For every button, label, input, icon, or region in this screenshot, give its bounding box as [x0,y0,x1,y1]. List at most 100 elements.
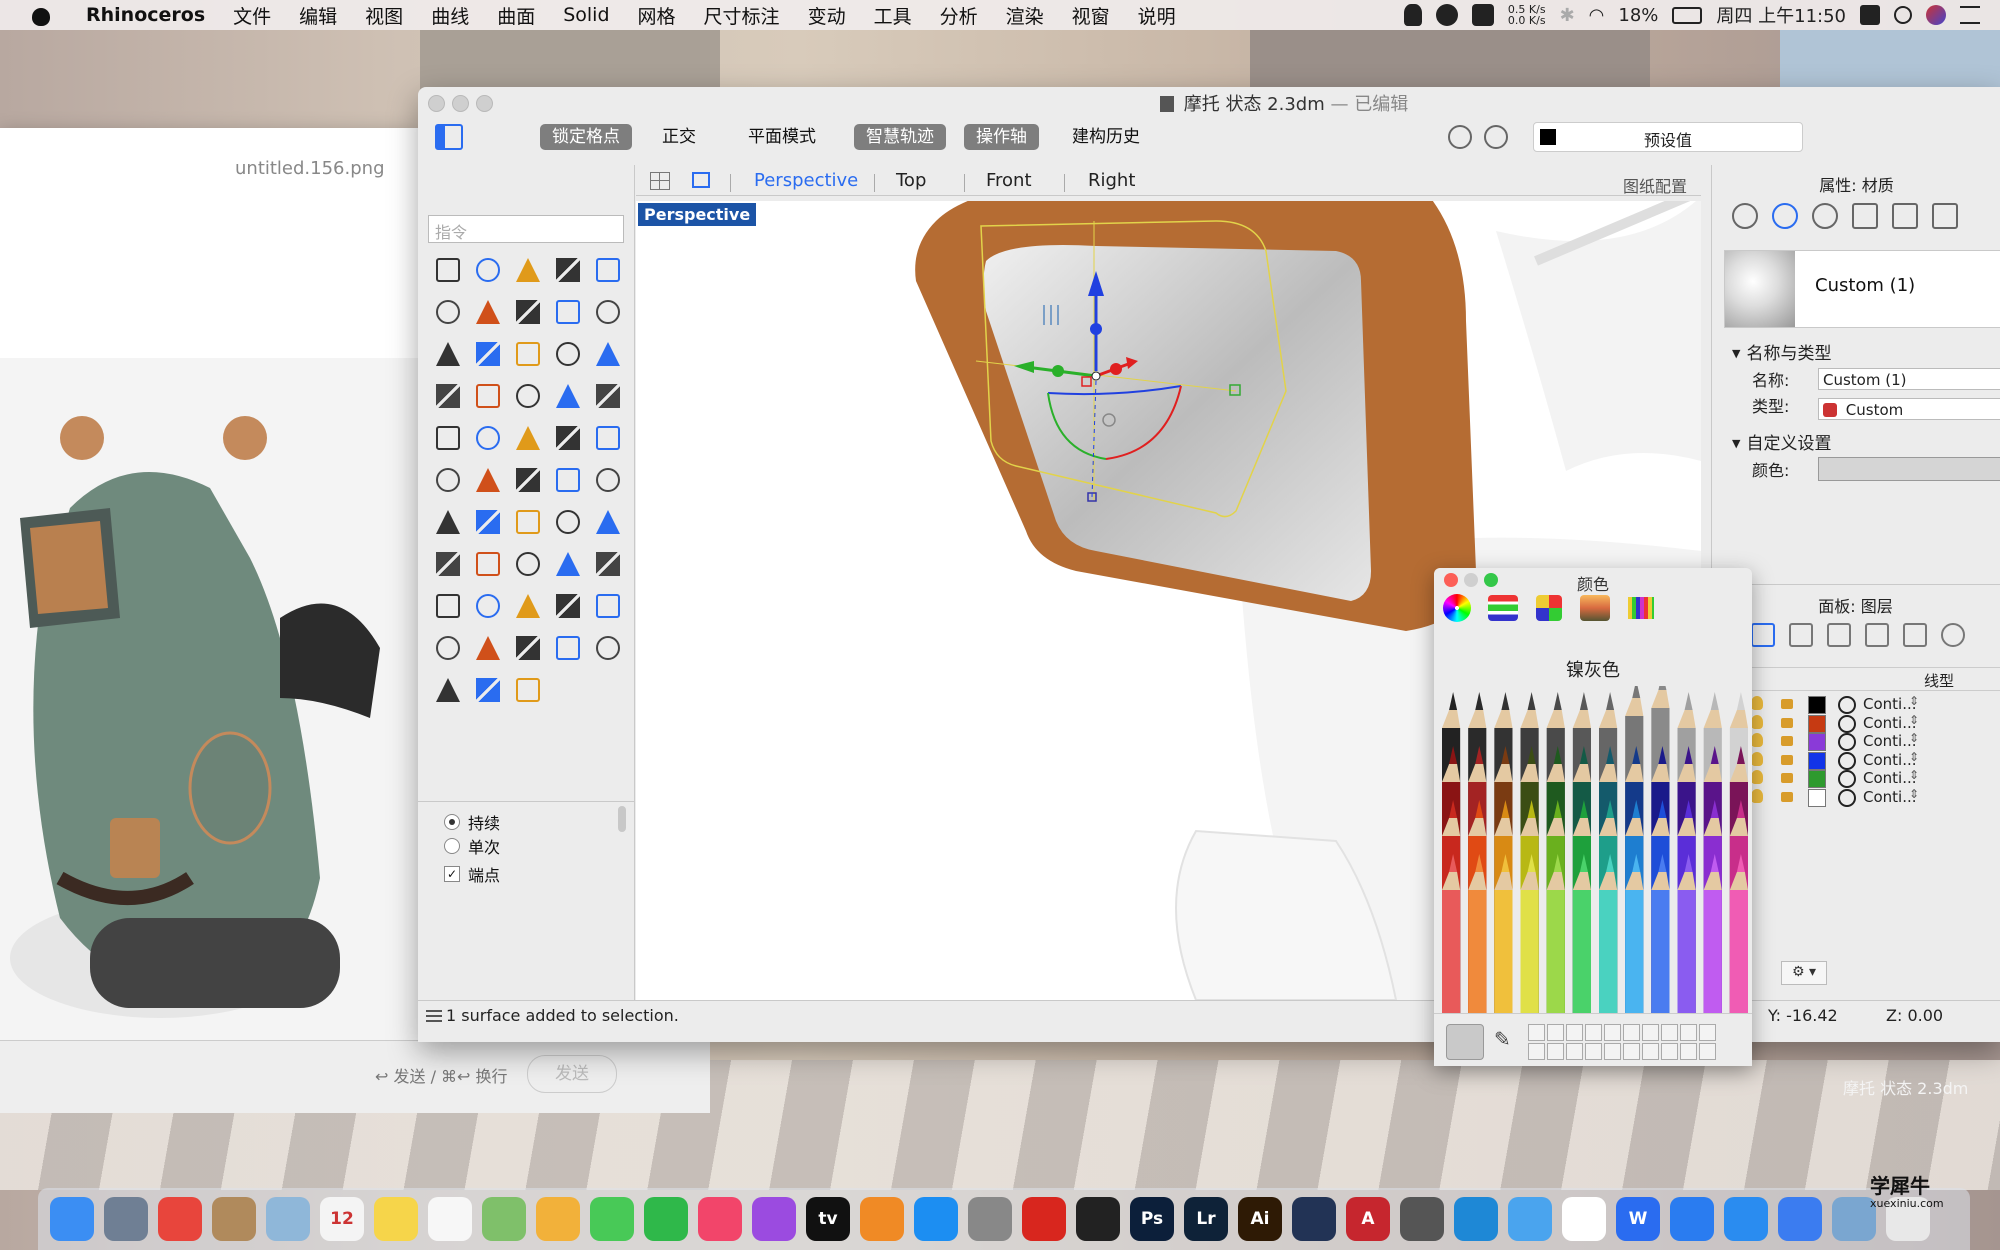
keyshot-icon[interactable] [1454,1197,1498,1241]
column-linetype[interactable]: 线型 [1924,670,1954,691]
custom-color-slot[interactable] [1528,1024,1545,1041]
lightbulb-icon[interactable] [588,586,628,628]
section-name-and-type[interactable]: 名称与类型 [1732,339,1831,364]
layer-visible-bulb-icon[interactable] [1751,733,1763,747]
split-icon[interactable] [588,376,628,418]
menu-surface[interactable]: 曲面 [483,2,549,29]
curve-icon[interactable] [548,250,588,292]
layer-visible-bulb-icon[interactable] [1751,751,1763,766]
custom-color-slot[interactable] [1661,1043,1678,1060]
facetime-icon[interactable] [644,1197,688,1241]
contacts-icon[interactable] [212,1197,256,1241]
autocad-icon[interactable]: A [1346,1197,1390,1241]
menu-help[interactable]: 说明 [1124,2,1190,29]
explode-icon[interactable] [508,376,548,418]
menu-app-name[interactable]: Rhinoceros [72,4,219,26]
persist-radio[interactable] [444,814,460,830]
mesh-props-icon[interactable] [1932,203,1958,229]
custom-color-slot[interactable] [1680,1024,1697,1041]
osnap-target-icon[interactable] [1448,125,1472,149]
color-wheel-mode-icon[interactable] [1443,594,1471,622]
layer-visible-bulb-icon[interactable] [1751,714,1763,729]
scale-icon[interactable] [508,460,548,502]
material-card[interactable]: Custom (1) [1724,250,2000,328]
display-tab-icon[interactable] [1903,623,1927,647]
layout-config-button[interactable]: 图纸配置 [1623,173,1687,197]
launchpad-icon[interactable] [104,1197,148,1241]
points-on-icon[interactable] [468,418,508,460]
menu-curve[interactable]: 曲线 [417,2,483,29]
custom-color-slot[interactable] [1585,1043,1602,1060]
eyedropper-icon[interactable]: ✎ [1494,1027,1511,1051]
linetype-stepper-icon[interactable]: ⇕ [1909,787,1919,801]
custom-color-slot[interactable] [1585,1024,1602,1041]
point-icon[interactable] [468,250,508,292]
options-scrollbar[interactable] [618,806,626,832]
feishu-icon[interactable] [1778,1197,1822,1241]
tab-perspective[interactable]: Perspective [754,170,858,191]
layer-visible-bulb-icon[interactable] [1751,788,1763,803]
shield-status-icon[interactable] [1471,4,1494,26]
section-custom-settings[interactable]: 自定义设置 [1732,429,1831,454]
material-color-well[interactable] [1818,457,2000,481]
music-icon[interactable] [698,1197,742,1241]
object-preset-selector[interactable]: 预设值 [1533,122,1803,152]
lock-grid-toggle[interactable]: 锁定格点 [540,124,632,150]
spotlight-search-icon[interactable] [1894,6,1912,24]
loft-icon[interactable] [468,334,508,376]
dimension-icon[interactable] [588,460,628,502]
baidu-netdisk-icon[interactable] [1562,1197,1606,1241]
lock-icon[interactable] [428,628,468,670]
material-type-select[interactable]: Custom [1818,398,2000,420]
trim-icon[interactable] [548,376,588,418]
linetype-stepper-icon[interactable]: ⇕ [1909,731,1919,745]
notification-bell-icon[interactable] [1403,4,1422,26]
sphere-icon[interactable] [548,334,588,376]
zoom-window-icon[interactable] [508,544,548,586]
array-icon[interactable] [468,460,508,502]
extrude-icon[interactable] [548,460,588,502]
photoshop-icon[interactable]: Ps [1130,1197,1174,1241]
layer-state-icon[interactable] [428,544,468,586]
notes-icon[interactable] [374,1197,418,1241]
custom-color-slot[interactable] [1604,1024,1621,1041]
books-icon[interactable] [860,1197,904,1241]
rhino-icon[interactable] [1400,1197,1444,1241]
ortho-toggle[interactable]: 正交 [650,124,708,150]
custom-color-slot[interactable] [1642,1024,1659,1041]
battery-icon[interactable] [1672,6,1703,24]
clock[interactable]: 周四 上午11:50 [1716,2,1846,28]
gumball-icon[interactable] [468,670,508,712]
qq-icon[interactable] [1076,1197,1120,1241]
tab-right[interactable]: Right [1088,170,1135,191]
move-icon[interactable] [428,460,468,502]
netease-music-icon[interactable] [1022,1197,1066,1241]
boolean-union-icon[interactable] [588,502,628,544]
check-icon[interactable] [548,502,588,544]
custom-color-slot[interactable] [1623,1043,1640,1060]
text-icon[interactable] [588,418,628,460]
status-app-icon[interactable] [1435,4,1458,26]
chat-send-button[interactable]: 发送 [527,1055,617,1093]
search-app-icon[interactable] [1670,1197,1714,1241]
offset-icon[interactable] [508,418,548,460]
zoom-selected-icon[interactable] [588,544,628,586]
reminders-icon[interactable] [428,1197,472,1241]
rectangle-icon[interactable] [508,292,548,334]
custom-color-slot[interactable] [1661,1024,1678,1041]
menu-solid[interactable]: Solid [549,4,623,26]
custom-color-slot[interactable] [1699,1043,1716,1060]
zoom-extents-icon[interactable] [548,544,588,586]
analysis-sphere-icon[interactable] [588,628,628,670]
smart-track-toggle[interactable]: 智慧轨迹 [854,124,946,150]
menu-transform[interactable]: 变动 [794,2,860,29]
photos-icon[interactable] [536,1197,580,1241]
ellipse-icon[interactable] [428,292,468,334]
pencils-mode-icon[interactable] [1624,591,1658,625]
polyline-icon[interactable] [508,250,548,292]
undo-view-icon[interactable] [428,586,468,628]
four-viewport-layout-icon[interactable] [650,172,670,190]
polygon-icon[interactable] [548,292,588,334]
notification-center-icon[interactable] [1960,6,1980,24]
color-sliders-mode-icon[interactable] [1488,595,1518,621]
